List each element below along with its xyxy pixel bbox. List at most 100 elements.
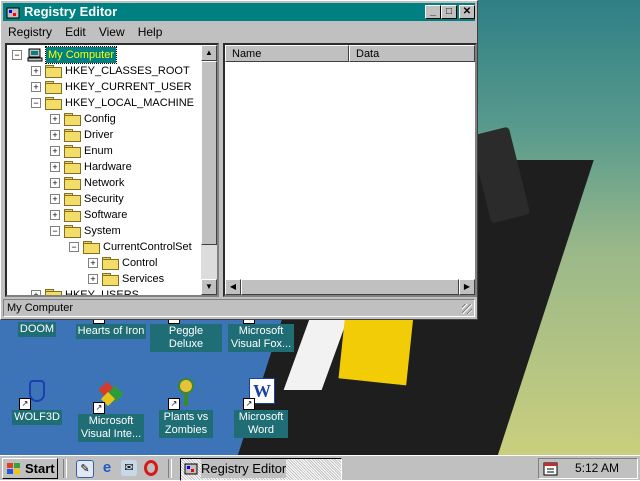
menu-view[interactable]: View bbox=[94, 23, 130, 41]
column-header-name[interactable]: Name bbox=[225, 45, 349, 62]
tree-node-system[interactable]: − System bbox=[7, 223, 205, 239]
tree-node-label: CurrentControlSet bbox=[103, 241, 192, 253]
outlook-express-icon[interactable]: ✉ bbox=[121, 460, 137, 476]
tree-node-control[interactable]: + Control bbox=[7, 255, 205, 271]
maximize-button[interactable]: □ bbox=[441, 5, 457, 19]
scroll-up-button[interactable]: ▲ bbox=[201, 45, 217, 61]
expand-icon[interactable]: + bbox=[50, 146, 60, 156]
scroll-left-button[interactable]: ◀ bbox=[225, 279, 241, 295]
folder-icon bbox=[64, 193, 81, 206]
taskbar-separator bbox=[168, 459, 172, 478]
registry-editor-icon bbox=[6, 7, 20, 19]
expand-icon[interactable]: + bbox=[50, 194, 60, 204]
tree-node-hkey-classes-root[interactable]: + HKEY_CLASSES_ROOT bbox=[7, 63, 205, 79]
desktop-icon-label: DOOM bbox=[17, 322, 57, 337]
tree-node-network[interactable]: + Network bbox=[7, 175, 205, 191]
collapse-icon[interactable]: − bbox=[12, 50, 22, 60]
desktop-icon-doom[interactable]: DOOM bbox=[1, 322, 73, 337]
computer-icon bbox=[27, 48, 43, 62]
column-header-data[interactable]: Data bbox=[349, 45, 475, 62]
registry-values-pane[interactable]: Name Data ◀ ▶ bbox=[223, 43, 477, 297]
expand-icon[interactable]: + bbox=[31, 66, 41, 76]
expand-icon[interactable]: + bbox=[50, 114, 60, 124]
tree-node-services[interactable]: + Services bbox=[7, 271, 205, 287]
tree-node-label: Config bbox=[84, 113, 116, 125]
shortcut-arrow-icon: ↗ bbox=[243, 398, 255, 410]
start-label: Start bbox=[25, 461, 55, 476]
up-arrow-icon: ▲ bbox=[205, 48, 213, 57]
tree-node-driver[interactable]: + Driver bbox=[7, 127, 205, 143]
tree-node-my-computer[interactable]: − My Computer bbox=[7, 46, 205, 64]
status-text: My Computer bbox=[7, 302, 74, 314]
minimize-icon: _ bbox=[430, 6, 436, 17]
taskbar-button-registry-editor[interactable]: Registry Editor bbox=[180, 458, 342, 481]
tree-node-hkey-users[interactable]: + HKEY_USERS bbox=[7, 287, 205, 295]
internet-explorer-icon[interactable]: e bbox=[99, 460, 115, 476]
tree-node-label: Hardware bbox=[84, 161, 132, 173]
desktop-icon-microsoft-word[interactable]: W ↗ Microsoft Word bbox=[225, 378, 297, 438]
scroll-thumb[interactable] bbox=[241, 279, 459, 295]
tree-node-hkey-current-user[interactable]: + HKEY_CURRENT_USER bbox=[7, 79, 205, 95]
maximize-icon: □ bbox=[445, 6, 453, 17]
tree-node-config[interactable]: + Config bbox=[7, 111, 205, 127]
status-bar: My Computer bbox=[3, 299, 475, 317]
wolf3d-icon: ↗ bbox=[19, 378, 53, 410]
expand-icon[interactable]: + bbox=[50, 162, 60, 172]
desktop-icon-wolf3d[interactable]: ↗ WOLF3D bbox=[1, 378, 73, 425]
values-horizontal-scrollbar[interactable]: ◀ ▶ bbox=[225, 279, 475, 295]
menu-bar: Registry Edit View Help bbox=[3, 23, 167, 41]
scroll-right-button[interactable]: ▶ bbox=[459, 279, 475, 295]
tree-node-enum[interactable]: + Enum bbox=[7, 143, 205, 159]
start-button[interactable]: Start bbox=[2, 458, 58, 479]
registry-tree: − My Computer + HKEY_CLASSES_ROOT + HKEY… bbox=[7, 45, 205, 295]
open-folder-icon bbox=[45, 97, 62, 110]
menu-edit[interactable]: Edit bbox=[60, 23, 91, 41]
scroll-thumb[interactable] bbox=[201, 61, 217, 245]
folder-icon bbox=[102, 273, 119, 286]
desktop-icon-plants-vs-zombies[interactable]: ↗ Plants vs Zombies bbox=[150, 378, 222, 438]
tree-node-label: Software bbox=[84, 209, 128, 221]
folder-icon bbox=[64, 129, 81, 142]
folder-icon bbox=[45, 289, 62, 295]
tree-node-software[interactable]: + Software bbox=[7, 207, 205, 223]
scroll-down-button[interactable]: ▼ bbox=[201, 279, 217, 295]
expand-icon[interactable]: + bbox=[88, 274, 98, 284]
tree-node-hkey-local-machine[interactable]: − HKEY_LOCAL_MACHINE bbox=[7, 95, 205, 111]
folder-icon bbox=[64, 161, 81, 174]
tree-node-currentcontrolset[interactable]: − CurrentControlSet bbox=[7, 239, 205, 255]
expand-icon[interactable]: + bbox=[31, 290, 41, 295]
collapse-icon[interactable]: − bbox=[50, 226, 60, 236]
tree-node-label: Security bbox=[84, 193, 124, 205]
tree-node-security[interactable]: + Security bbox=[7, 191, 205, 207]
collapse-icon[interactable]: − bbox=[69, 242, 79, 252]
expand-icon[interactable]: + bbox=[50, 130, 60, 140]
task-scheduler-icon[interactable] bbox=[543, 461, 559, 477]
opera-icon[interactable] bbox=[144, 460, 158, 476]
tree-vertical-scrollbar[interactable]: ▲ ▼ bbox=[201, 45, 217, 295]
resize-grip-icon[interactable] bbox=[462, 304, 472, 314]
clock[interactable]: 5:12 AM bbox=[575, 459, 619, 478]
title-bar[interactable]: Registry Editor _ □ ✕ bbox=[3, 3, 475, 21]
tree-node-hardware[interactable]: + Hardware bbox=[7, 159, 205, 175]
open-folder-icon bbox=[83, 241, 100, 254]
collapse-icon[interactable]: − bbox=[31, 98, 41, 108]
menu-registry[interactable]: Registry bbox=[3, 23, 57, 41]
system-tray: 5:12 AM bbox=[538, 458, 638, 479]
desktop-icon-visual-interdev[interactable]: ↗ Microsoft Visual Inte... bbox=[75, 381, 147, 442]
visual-interdev-icon: ↗ bbox=[93, 381, 127, 414]
expand-icon[interactable]: + bbox=[50, 210, 60, 220]
tree-node-label: HKEY_CLASSES_ROOT bbox=[65, 65, 190, 77]
minimize-button[interactable]: _ bbox=[425, 5, 441, 19]
open-folder-icon bbox=[64, 225, 81, 238]
registry-tree-pane[interactable]: − My Computer + HKEY_CLASSES_ROOT + HKEY… bbox=[5, 43, 219, 297]
expand-icon[interactable]: + bbox=[31, 82, 41, 92]
expand-icon[interactable]: + bbox=[50, 178, 60, 188]
show-desktop-icon[interactable]: ✎ bbox=[76, 460, 94, 478]
tree-node-label: Enum bbox=[84, 145, 113, 157]
expand-icon[interactable]: + bbox=[88, 258, 98, 268]
tree-node-label: Control bbox=[122, 257, 158, 269]
desktop-icon-label: Plants vs Zombies bbox=[159, 410, 213, 438]
tree-node-label: HKEY_USERS bbox=[65, 289, 139, 295]
close-button[interactable]: ✕ bbox=[459, 5, 475, 19]
menu-help[interactable]: Help bbox=[133, 23, 168, 41]
